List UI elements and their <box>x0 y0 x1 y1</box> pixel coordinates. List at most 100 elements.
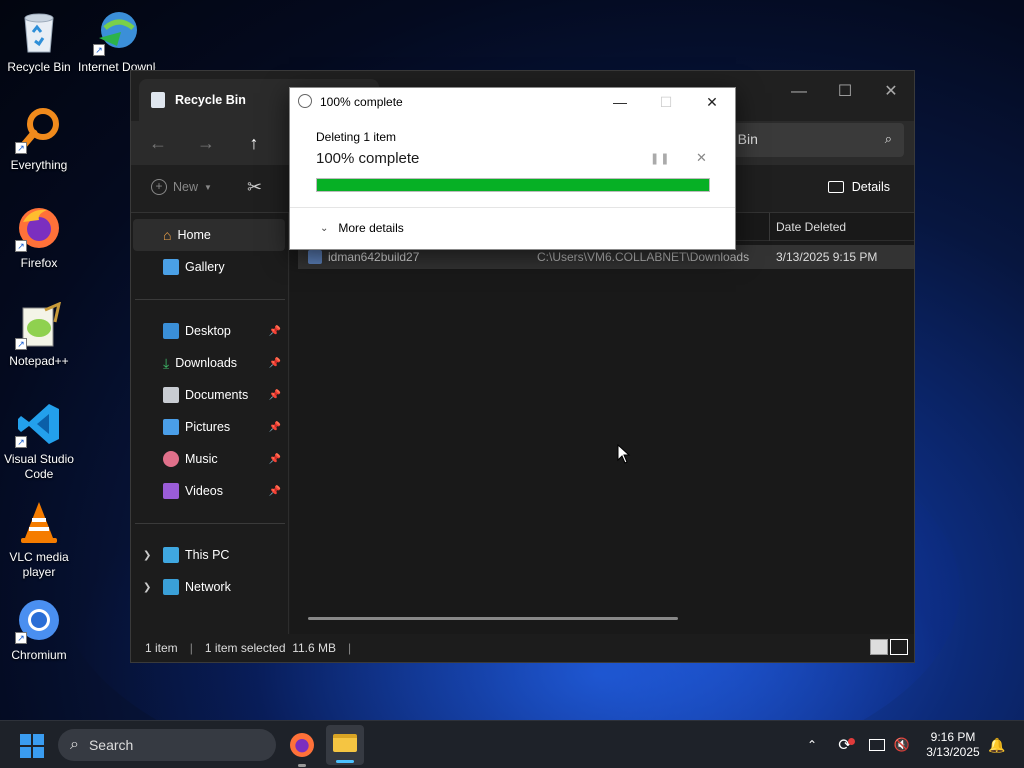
details-view-button[interactable] <box>870 639 888 655</box>
sidebar-item-downloads[interactable]: ⤓ Downloads 📌 <box>133 347 285 379</box>
recycle-bin-icon <box>15 8 63 56</box>
column-divider[interactable] <box>769 213 770 241</box>
sidebar-item-documents[interactable]: Documents 📌 <box>133 379 285 411</box>
search-input[interactable]: e Bin ⌕ <box>714 123 904 157</box>
running-indicator <box>298 764 306 767</box>
back-button[interactable]: ← <box>141 129 175 157</box>
sidebar-item-label: This PC <box>185 548 230 562</box>
sidebar-item-home[interactable]: ⌂ Home <box>133 219 285 251</box>
sidebar-item-desktop[interactable]: Desktop 📌 <box>133 315 285 347</box>
desktop-icon-vlc[interactable]: VLC media player <box>0 498 78 580</box>
minimize-button[interactable]: — <box>776 77 822 107</box>
new-button[interactable]: + New ▼ <box>151 179 212 195</box>
item-count: 1 item <box>145 641 178 655</box>
gallery-icon <box>163 259 179 275</box>
firefox-icon <box>290 733 314 757</box>
pin-icon: 📌 <box>268 421 281 433</box>
desktop-icon-label: Visual Studio Code <box>4 452 74 481</box>
status-separator: | <box>348 641 352 655</box>
details-pane-icon <box>827 181 844 193</box>
desktop-icon <box>163 323 179 339</box>
sidebar-item-videos[interactable]: Videos 📌 <box>133 475 285 507</box>
more-details-toggle[interactable]: ⌄ More details <box>320 221 404 235</box>
pin-icon: 📌 <box>268 453 281 465</box>
details-label: Details <box>851 180 890 194</box>
documents-icon <box>163 387 179 403</box>
speaker-icon: 🔇 <box>893 737 911 752</box>
shortcut-arrow-icon: ↗ <box>15 142 27 154</box>
sidebar-item-gallery[interactable]: Gallery <box>133 251 285 283</box>
dialog-minimize-button[interactable]: — <box>597 88 643 116</box>
home-icon: ⌂ <box>163 227 172 243</box>
clock-date: 3/13/2025 <box>926 745 980 759</box>
sidebar-item-network[interactable]: ❯ Network <box>133 571 285 603</box>
windows-logo-pane <box>33 734 44 745</box>
navigation-pane: ⌂ Home Gallery Desktop 📌 ⤓ Downloads 📌 D… <box>131 213 289 634</box>
volume-muted-icon[interactable]: 🔇 <box>890 721 914 768</box>
shortcut-arrow-icon: ↗ <box>93 44 105 56</box>
mouse-cursor <box>617 443 631 467</box>
up-button[interactable]: ↑ <box>237 129 271 157</box>
sidebar-item-label: Downloads <box>175 356 238 370</box>
file-list: Date Deleted idman642build27 C:\Users\VM… <box>290 213 914 634</box>
pin-icon: 📌 <box>268 389 281 401</box>
desktop-icon-everything[interactable]: ↗ Everything <box>0 106 78 173</box>
monitor-icon <box>869 739 885 751</box>
taskbar-file-explorer[interactable] <box>326 725 364 765</box>
vlc-icon <box>15 498 63 546</box>
desktop-icon-label: Notepad++ <box>9 354 69 368</box>
pause-button[interactable]: ❚❚ <box>650 152 670 165</box>
shortcut-arrow-icon: ↗ <box>15 632 27 644</box>
taskbar-firefox[interactable] <box>286 729 318 767</box>
search-icon: ⌕ <box>70 736 79 753</box>
update-icon[interactable]: ⟳ <box>832 721 858 768</box>
this-pc-icon <box>163 547 179 563</box>
chevron-right-icon[interactable]: ❯ <box>143 582 151 593</box>
taskbar: ⌕ Search ⌃ ⟳ 🔇 9:16 PM 3/13/2025 🔔 <box>0 720 1024 768</box>
desktop-icon-label: Everything <box>10 158 68 172</box>
chevron-right-icon[interactable]: ❯ <box>143 550 151 561</box>
desktop-icon-chromium[interactable]: ↗ Chromium <box>0 596 78 663</box>
network-icon[interactable] <box>864 721 890 768</box>
tab-title: Recycle Bin <box>175 93 246 107</box>
pictures-icon <box>163 419 179 435</box>
clock[interactable]: 9:16 PM 3/13/2025 <box>920 721 986 768</box>
new-label: New <box>173 180 199 194</box>
start-button[interactable] <box>20 734 44 758</box>
notifications-button[interactable]: 🔔 <box>986 721 1008 768</box>
clock-time: 9:16 PM <box>930 730 976 744</box>
videos-icon <box>163 483 179 499</box>
details-pane-button[interactable]: Details <box>827 180 890 194</box>
desktop-icon-vscode[interactable]: ↗ Visual Studio Code <box>0 400 78 482</box>
sidebar-item-label: Documents <box>185 388 249 402</box>
show-hidden-icons-button[interactable]: ⌃ <box>800 721 824 768</box>
sidebar-item-this-pc[interactable]: ❯ This PC <box>133 539 285 571</box>
sidebar-item-label: Desktop <box>185 324 231 338</box>
desktop-icon-idm[interactable]: ↗ Internet Downlo <box>78 8 156 75</box>
column-header-date-deleted[interactable]: Date Deleted <box>776 220 846 234</box>
desktop-icon-firefox[interactable]: ↗ Firefox <box>0 204 78 271</box>
clock-icon <box>298 94 312 108</box>
taskbar-search-box[interactable]: ⌕ Search <box>58 729 276 761</box>
horizontal-scrollbar[interactable] <box>308 617 678 620</box>
cancel-operation-button[interactable]: ✕ <box>696 150 707 166</box>
sidebar-item-label: Network <box>185 580 231 594</box>
dialog-maximize-button[interactable]: ☐ <box>643 88 689 116</box>
percent-label: 100% complete <box>316 150 420 167</box>
maximize-button[interactable]: ☐ <box>822 77 868 107</box>
tiles-view-button[interactable] <box>890 639 908 655</box>
cut-button[interactable]: ✂ <box>247 177 262 198</box>
close-button[interactable]: ✕ <box>868 77 914 107</box>
dialog-close-button[interactable]: ✕ <box>689 88 735 116</box>
desktop-icon-label: Recycle Bin <box>7 60 71 74</box>
plus-circle-icon: + <box>151 179 167 195</box>
desktop-icon-label: Firefox <box>20 256 58 270</box>
desktop-icon-notepadpp[interactable]: ↗ Notepad++ <box>0 301 78 369</box>
sidebar-item-pictures[interactable]: Pictures 📌 <box>133 411 285 443</box>
desktop-icon-recycle-bin[interactable]: Recycle Bin <box>0 8 78 75</box>
forward-button[interactable]: → <box>189 129 223 157</box>
operation-label: Deleting 1 item <box>316 130 397 144</box>
sidebar-item-music[interactable]: Music 📌 <box>133 443 285 475</box>
progress-fill <box>317 179 709 191</box>
progress-bar <box>316 178 710 192</box>
